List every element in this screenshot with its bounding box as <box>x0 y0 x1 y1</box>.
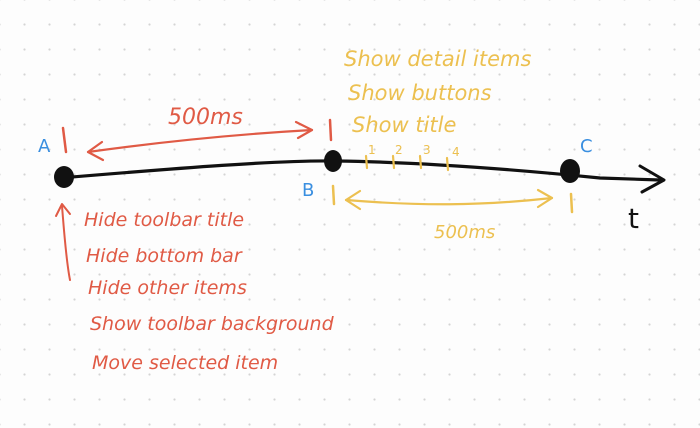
tick-label-2: 2 <box>395 143 403 157</box>
point-c-label: C <box>580 136 593 157</box>
tick-label-3: 3 <box>423 143 431 157</box>
action-a-item: Hide other items <box>88 277 247 299</box>
point-b-label: B <box>302 180 314 201</box>
action-a-item: Hide toolbar title <box>84 209 244 231</box>
axis-label-t: t <box>628 202 639 235</box>
actions-at-b-list: Show detail items Show buttons Show titl… <box>344 47 531 137</box>
segment-ab-duration: 500ms <box>168 105 243 130</box>
point-a-marker <box>61 126 68 154</box>
tick-2 <box>391 154 396 170</box>
point-b-dot <box>324 150 342 172</box>
timeline-diagram: t A B C 1 2 3 4 500ms 500ms Hide toolbar… <box>38 47 666 374</box>
tick-label-4: 4 <box>452 145 460 159</box>
tick-3 <box>418 154 423 170</box>
segment-bc-arrow <box>344 188 554 211</box>
action-a-item: Move selected item <box>92 352 278 374</box>
point-c-dot <box>560 159 580 183</box>
point-a-label: A <box>38 136 51 157</box>
point-c-marker <box>569 192 574 214</box>
segment-bc-duration: 500ms <box>434 222 495 243</box>
action-a-item: Show toolbar background <box>90 313 335 335</box>
point-b-marker-red <box>328 118 333 142</box>
point-a-dot <box>54 166 74 188</box>
tick-1 <box>364 154 369 170</box>
actions-at-a-bracket <box>55 203 71 281</box>
action-b-item: Show title <box>352 113 456 137</box>
tick-4 <box>445 156 450 172</box>
tick-label-1: 1 <box>368 143 376 157</box>
action-b-item: Show detail items <box>344 47 531 71</box>
actions-at-a-list: Hide toolbar title Hide bottom bar Hide … <box>84 209 335 374</box>
point-b-marker-gold <box>331 184 336 206</box>
action-a-item: Hide bottom bar <box>86 245 243 267</box>
action-b-item: Show buttons <box>348 81 492 105</box>
